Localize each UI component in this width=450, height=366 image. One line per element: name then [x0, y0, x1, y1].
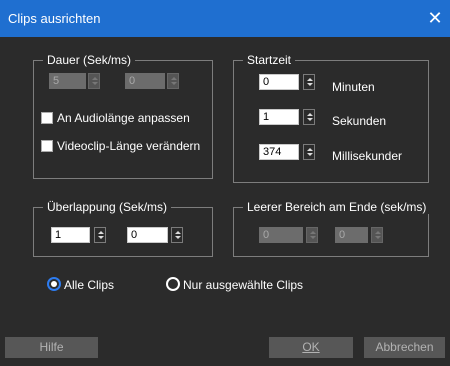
empty-end-legend: Leerer Bereich am Ende (sek/ms)	[243, 200, 431, 214]
spin-up-down-icon[interactable]	[167, 73, 179, 89]
minutes-label: Minuten	[332, 80, 375, 94]
duration-ms-field[interactable]: 0	[125, 73, 165, 89]
title-bar: Clips ausrichten ✕	[0, 0, 450, 37]
start-ms-field[interactable]: 374	[259, 144, 299, 160]
video-length-checkbox[interactable]	[41, 140, 53, 152]
duration-seconds-field[interactable]: 5	[49, 73, 86, 89]
spin-up-down-icon[interactable]	[171, 227, 183, 243]
cancel-button[interactable]: Abbrechen	[364, 337, 445, 358]
spin-up-down-icon[interactable]	[303, 74, 315, 90]
spin-up-down-icon[interactable]	[94, 227, 106, 243]
help-button[interactable]: Hilfe	[5, 337, 98, 358]
seconds-label: Sekunden	[332, 114, 387, 128]
all-clips-label: Alle Clips	[64, 278, 115, 292]
overlap-seconds-field[interactable]: 1	[51, 227, 90, 243]
overlap-ms-field[interactable]: 0	[127, 227, 168, 243]
ok-button[interactable]: OK	[269, 337, 353, 358]
start-minutes-field[interactable]: 0	[259, 74, 299, 90]
duration-legend: Dauer (Sek/ms)	[43, 53, 136, 67]
spin-up-down-icon[interactable]	[306, 227, 318, 243]
all-clips-radio[interactable]	[47, 277, 61, 291]
video-length-label: Videoclip-Länge verändern	[57, 139, 201, 153]
start-legend: Startzeit	[243, 53, 296, 67]
spin-up-down-icon[interactable]	[88, 73, 100, 89]
audio-length-label: An Audiolänge anpassen	[57, 111, 190, 125]
overlap-legend: Überlappung (Sek/ms)	[43, 200, 172, 214]
selected-clips-label: Nur ausgewählte Clips	[183, 278, 304, 292]
dialog-body: Dauer (Sek/ms) 5 0 An Audiolänge anpasse…	[0, 37, 450, 366]
spin-up-down-icon[interactable]	[371, 227, 383, 243]
selected-clips-radio[interactable]	[166, 277, 180, 291]
close-icon[interactable]: ✕	[420, 0, 450, 37]
spin-up-down-icon[interactable]	[303, 109, 315, 125]
empty-end-ms-field[interactable]: 0	[335, 227, 368, 243]
milliseconds-label: Millisekunder	[332, 149, 403, 163]
audio-length-checkbox[interactable]	[41, 112, 53, 124]
spin-up-down-icon[interactable]	[303, 144, 315, 160]
start-seconds-field[interactable]: 1	[259, 109, 299, 125]
window-title: Clips ausrichten	[8, 11, 101, 26]
empty-end-seconds-field[interactable]: 0	[259, 227, 303, 243]
